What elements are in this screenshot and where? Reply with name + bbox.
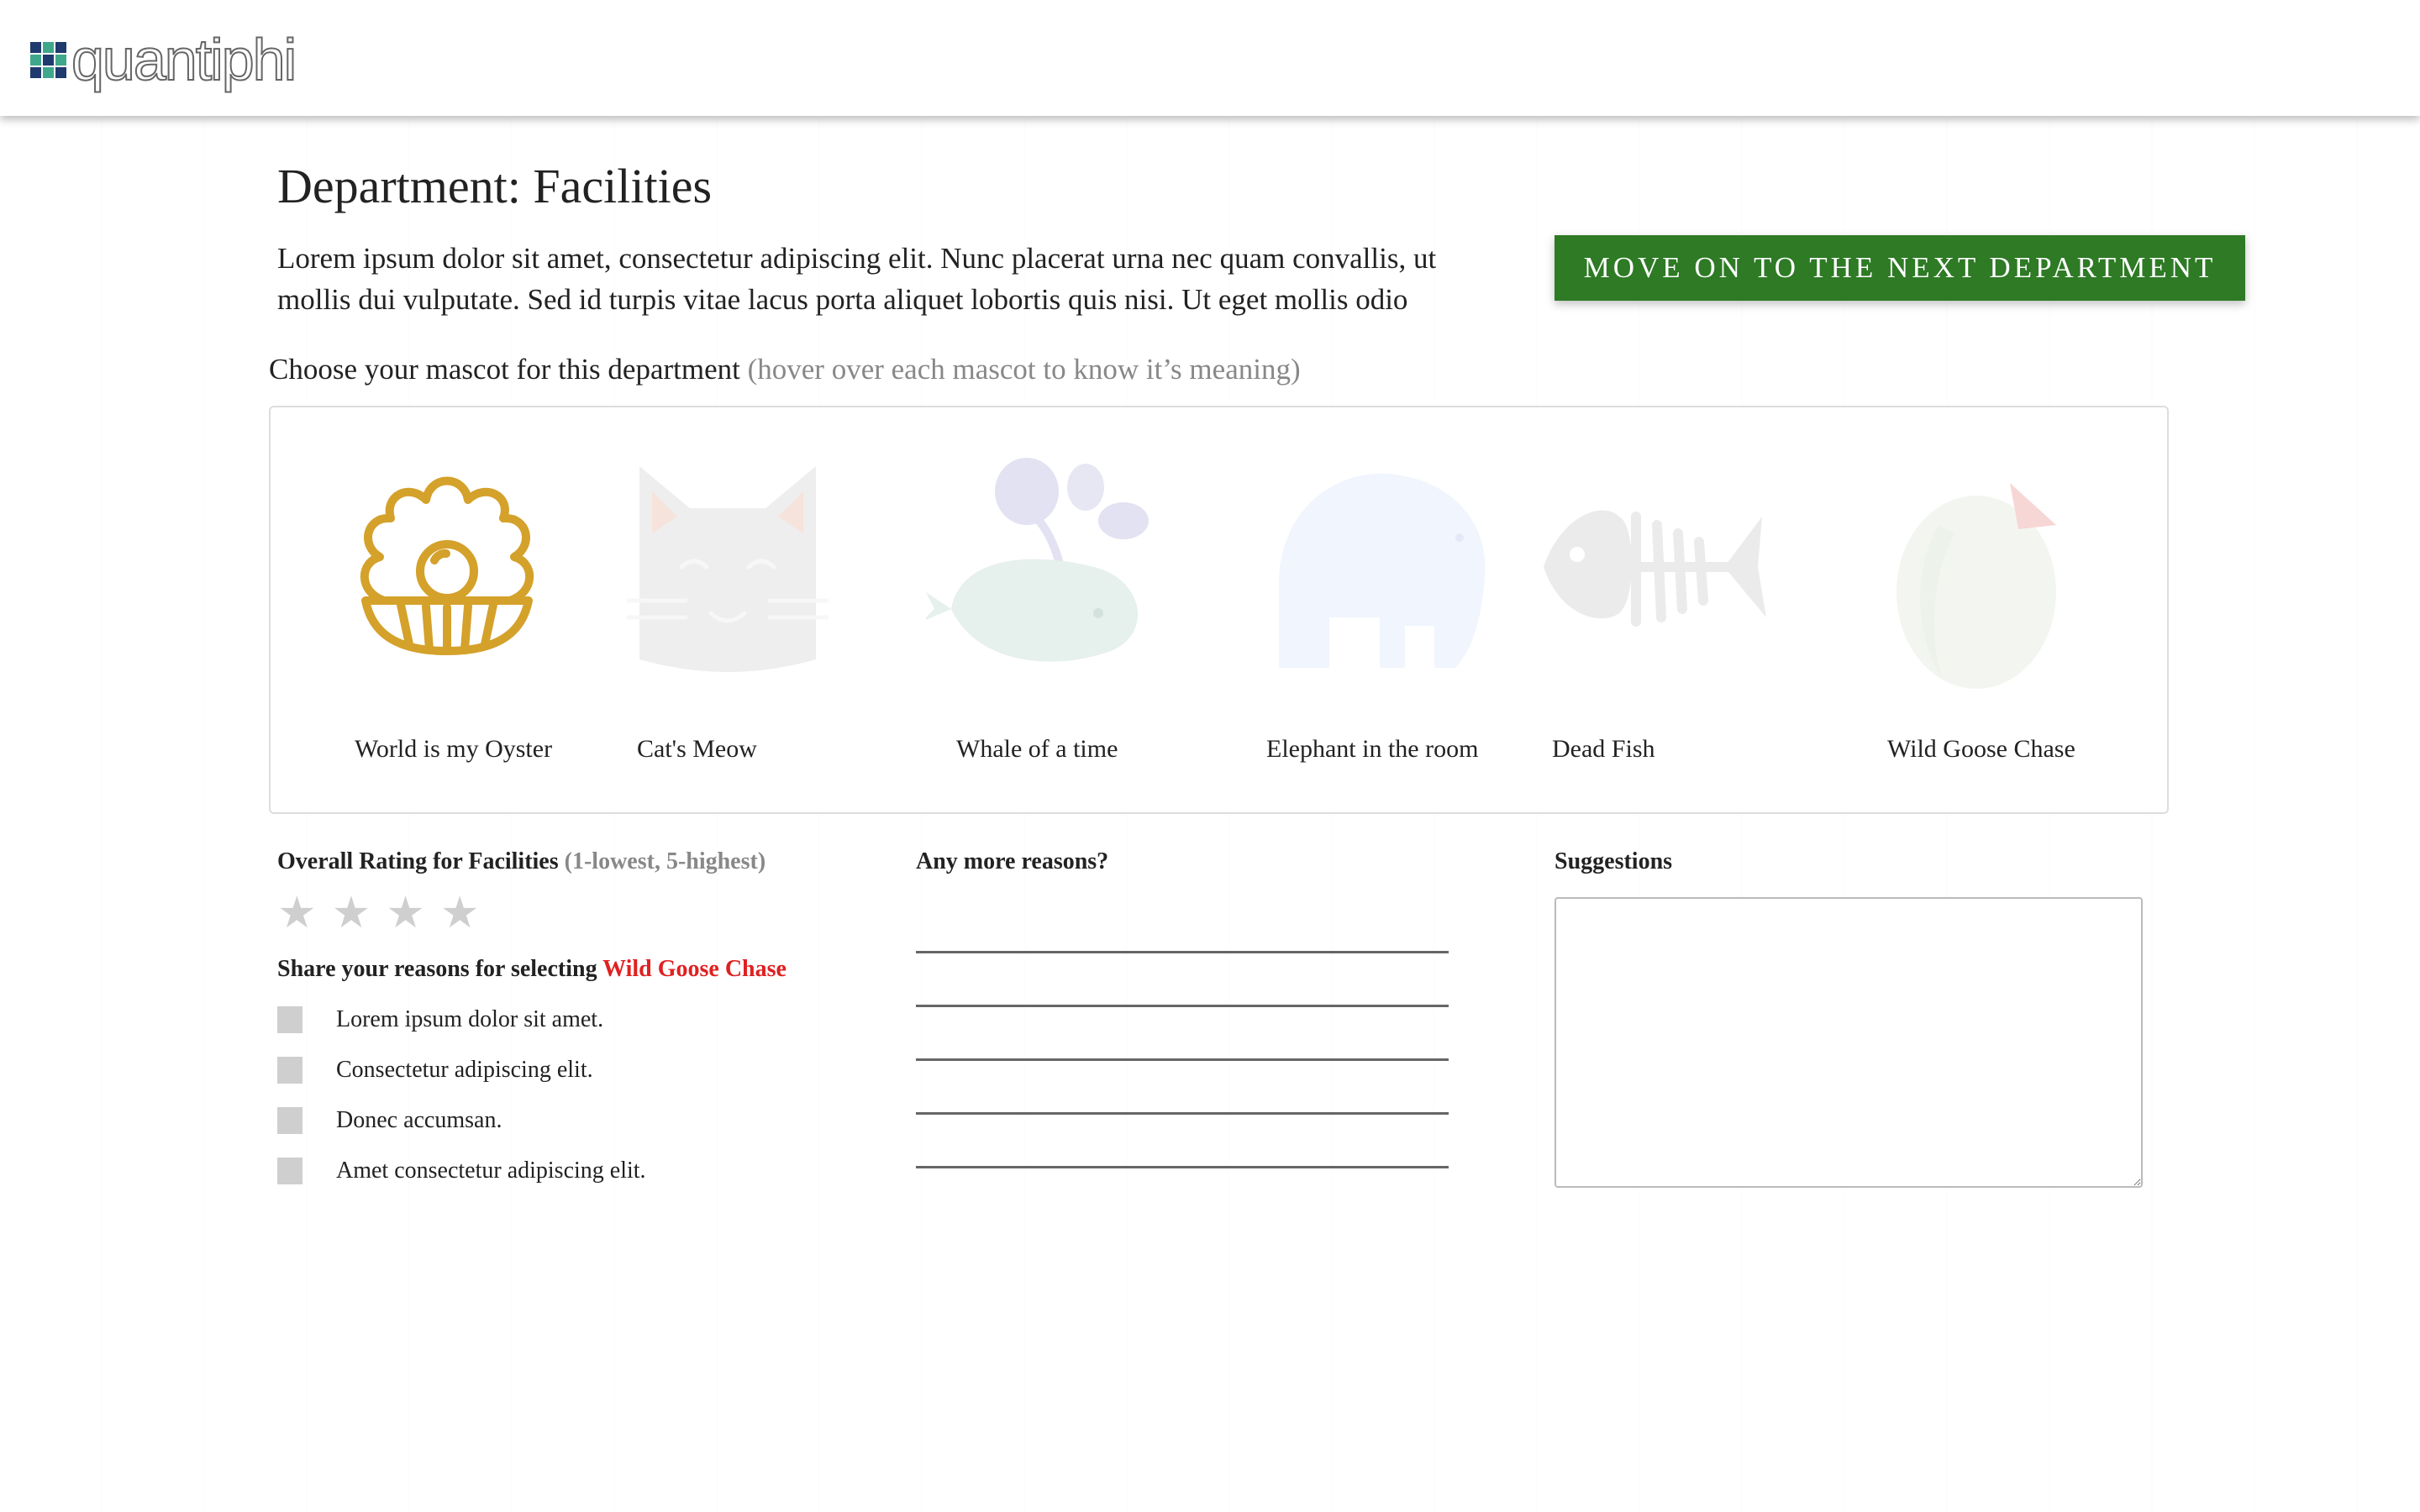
- more-reasons-input[interactable]: [916, 1023, 1449, 1061]
- mascot-dead-fish[interactable]: Dead Fish: [1544, 407, 1779, 812]
- mascot-label: World is my Oyster: [355, 735, 553, 763]
- page-background: [0, 118, 2420, 1512]
- mascot-goose[interactable]: Wild Goose Chase: [1867, 407, 2119, 812]
- mascot-label: Wild Goose Chase: [1887, 735, 2075, 763]
- star-icon[interactable]: ★: [440, 892, 480, 936]
- reason-checkbox[interactable]: [277, 1006, 302, 1033]
- selected-mascot-name: Wild Goose Chase: [602, 956, 786, 982]
- mascot-label: Dead Fish: [1552, 735, 1655, 763]
- rating-scale-hint: (1-lowest, 5-highest): [564, 848, 766, 874]
- reason-text: Donec accumsan.: [336, 1107, 502, 1133]
- reason-checkbox[interactable]: [277, 1107, 302, 1134]
- mascot-selector: World is my Oyster Cat's Meow Whale of a…: [269, 406, 2169, 814]
- reason-option[interactable]: Amet consectetur adipiscing elit.: [277, 1158, 646, 1184]
- more-reasons-input[interactable]: [916, 1131, 1449, 1168]
- logo-square: [43, 54, 54, 66]
- reason-checkbox[interactable]: [277, 1057, 302, 1084]
- reasons-label: Share your reasons for selecting Wild Go…: [277, 956, 786, 983]
- logo-square: [30, 41, 41, 53]
- reason-option[interactable]: Lorem ipsum dolor sit amet.: [277, 1006, 603, 1033]
- mascot-whale[interactable]: Whale of a time: [926, 407, 1178, 812]
- rating-label: Overall Rating for Facilities (1-lowest,…: [277, 848, 765, 875]
- logo-square: [55, 41, 66, 53]
- cat-face-icon: [627, 466, 829, 672]
- more-reasons-input[interactable]: [916, 1077, 1449, 1115]
- department-description: Lorem ipsum dolor sit amet, consectetur …: [277, 242, 1437, 316]
- mascot-label: Elephant in the room: [1266, 735, 1479, 763]
- oyster-pearl-icon: [360, 476, 534, 655]
- mascot-prompt-hint: (hover over each mascot to know it’s mea…: [747, 353, 1301, 386]
- logo-square: [30, 54, 41, 66]
- reason-checkbox[interactable]: [277, 1158, 302, 1184]
- reason-option[interactable]: Donec accumsan.: [277, 1107, 502, 1134]
- reason-text: Consectetur adipiscing elit.: [336, 1057, 593, 1083]
- page: quantiphi Department: Facilities Lorem i…: [0, 0, 2420, 1512]
- elephant-icon: [1279, 473, 1486, 668]
- brand-logo[interactable]: quantiphi: [30, 27, 297, 92]
- more-reasons-input[interactable]: [916, 969, 1449, 1007]
- suggestions-label: Suggestions: [1555, 848, 1673, 874]
- suggestions-textarea[interactable]: [1555, 897, 2143, 1188]
- more-reasons-input[interactable]: [916, 916, 1449, 953]
- more-reasons-label: Any more reasons?: [916, 848, 1109, 874]
- reasons-label-prefix: Share your reasons for selecting: [277, 956, 597, 982]
- logo-grid-icon: [30, 41, 66, 78]
- logo-square: [43, 41, 54, 53]
- page-title: Department: Facilities: [277, 159, 713, 213]
- mascot-oyster[interactable]: World is my Oyster: [346, 407, 552, 812]
- logo-square: [30, 66, 41, 78]
- whale-icon: [926, 458, 1149, 662]
- next-department-button[interactable]: MOVE ON TO THE NEXT DEPARTMENT: [1555, 235, 2245, 301]
- reason-text: Amet consectetur adipiscing elit.: [336, 1158, 646, 1184]
- logo-square: [55, 66, 66, 78]
- star-rating[interactable]: ★ ★ ★ ★: [277, 892, 480, 936]
- star-icon[interactable]: ★: [332, 892, 371, 936]
- star-icon[interactable]: ★: [386, 892, 425, 936]
- goose-icon: [1897, 483, 2056, 689]
- logo-square: [43, 66, 54, 78]
- star-icon[interactable]: ★: [277, 892, 317, 936]
- reason-option[interactable]: Consectetur adipiscing elit.: [277, 1057, 593, 1084]
- mascot-elephant[interactable]: Elephant in the room: [1254, 407, 1506, 812]
- reason-text: Lorem ipsum dolor sit amet.: [336, 1006, 604, 1032]
- rating-label-text: Overall Rating for Facilities: [277, 848, 559, 874]
- fish-skeleton-icon: [1544, 510, 1766, 627]
- mascot-prompt: Choose your mascot for this department (…: [269, 353, 1301, 386]
- top-navbar: quantiphi: [0, 0, 2420, 116]
- brand-name: quantiphi: [71, 27, 297, 92]
- logo-square: [55, 54, 66, 66]
- mascot-prompt-text: Choose your mascot for this department: [269, 353, 740, 386]
- mascot-label: Cat's Meow: [637, 735, 757, 763]
- mascot-cat[interactable]: Cat's Meow: [627, 407, 829, 812]
- mascot-label: Whale of a time: [956, 735, 1118, 763]
